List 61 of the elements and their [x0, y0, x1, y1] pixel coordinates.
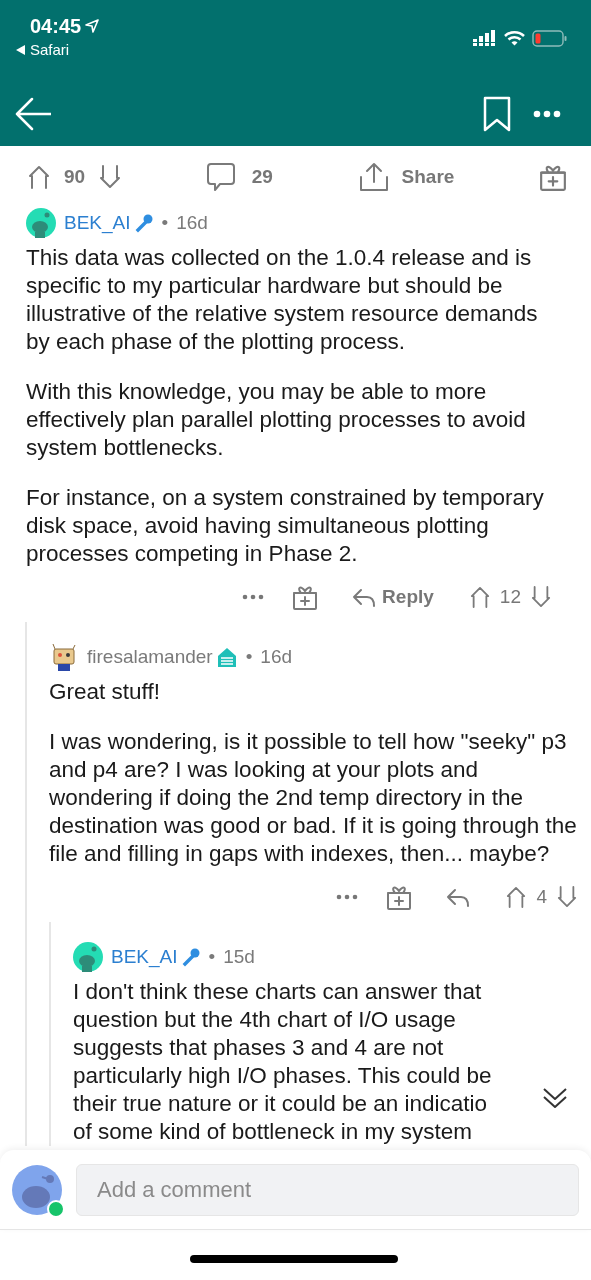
more-button[interactable] — [242, 594, 265, 600]
award-button[interactable] — [292, 584, 319, 610]
back-triangle-icon — [16, 45, 25, 55]
comment-age: 16d — [176, 210, 208, 235]
speech-bubble-icon — [205, 162, 236, 192]
gift-icon — [386, 884, 413, 910]
comment-text: Great stuff! — [49, 678, 161, 706]
more-icon — [242, 594, 265, 600]
reply-arrow-icon — [446, 887, 471, 907]
share-icon — [357, 162, 390, 192]
reply-button[interactable] — [446, 887, 471, 907]
microphone-icon — [133, 213, 154, 233]
user-avatar-icon — [12, 1164, 62, 1215]
bookmark-button[interactable] — [483, 96, 511, 132]
username-link[interactable]: BEK_AI — [111, 942, 178, 972]
upvote-button[interactable] — [28, 164, 50, 190]
vote-count: 4 — [536, 884, 547, 909]
status-time: 04:45 — [30, 14, 82, 38]
wifi-icon — [504, 30, 525, 46]
username-link[interactable]: BEK_AI — [64, 208, 131, 238]
separator-dot: • — [245, 644, 253, 669]
battery-icon — [532, 29, 567, 47]
double-chevron-down-icon — [542, 1085, 568, 1111]
upvote-button[interactable] — [506, 884, 527, 910]
comments-button[interactable]: 29 — [205, 162, 273, 192]
separator-dot: • — [161, 210, 169, 235]
vote-count: 90 — [64, 164, 86, 189]
downvote-button[interactable] — [557, 884, 577, 910]
award-button[interactable] — [386, 884, 413, 910]
comment-text: of some kind of bottleneck in my system — [73, 1118, 473, 1146]
comment-age: 16d — [260, 644, 293, 669]
separator-dot: • — [208, 944, 216, 969]
comment-text: With this knowledge, you may be able to more effectively plan parallel plotting processes to avoid system bottlenecks. — [26, 378, 527, 462]
upvote-button[interactable] — [469, 584, 490, 610]
more-icon — [336, 894, 359, 900]
reply-button[interactable]: Reply — [352, 582, 434, 612]
location-arrow-icon — [85, 19, 100, 33]
comment-input-field[interactable]: Add a comment — [76, 1163, 579, 1216]
bookmark-icon — [483, 96, 511, 132]
more-options-button[interactable] — [533, 110, 561, 118]
comment-age: 15d — [223, 944, 255, 969]
comment-text: For instance, on a system constrained by temporary disk space, avoid having simultaneous plotting processes competing in Phase 2. — [26, 484, 545, 568]
back-to-app-link[interactable]: Safari — [16, 41, 100, 59]
award-button[interactable] — [538, 163, 567, 191]
avatar-icon — [26, 208, 56, 238]
downvote-button[interactable] — [531, 584, 551, 610]
more-button[interactable] — [336, 894, 359, 900]
username-link[interactable]: firesalamander — [87, 642, 213, 672]
vote-count: 12 — [499, 584, 521, 609]
comment-text: This data was collected on the 1.0.4 release and is specific to my particular hardware but should be illustrative of the relative system resource demands by each phase of the plotting process. — [26, 244, 539, 356]
comment-text: I was wondering, is it possible to tell how "seeky" p3 and p4 are? I was looking at your plots and wondering if doing the 2nd temp directory in the destination was good or bad. If it is going through the file and filling in gaps with indexes, then... maybe? — [49, 728, 577, 868]
back-arrow-icon — [15, 96, 51, 132]
reply-arrow-icon — [352, 587, 377, 607]
microphone-icon — [180, 947, 201, 967]
downvote-button[interactable] — [99, 164, 122, 190]
avatar-icon — [73, 942, 103, 972]
gift-icon — [292, 584, 319, 610]
signal-icon — [473, 29, 497, 47]
gift-icon — [538, 163, 567, 191]
more-icon — [533, 110, 561, 118]
share-button[interactable]: Share — [357, 162, 455, 192]
